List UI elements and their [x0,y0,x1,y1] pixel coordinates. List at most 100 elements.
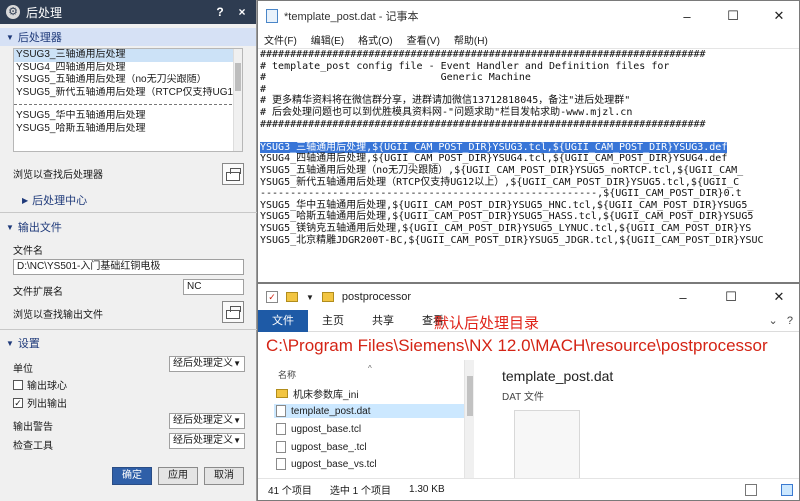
sort-asc-icon: ^ [368,364,372,373]
list-output-checkbox[interactable]: ✓ 列出输出 [13,395,67,410]
browse-post-button[interactable] [222,163,244,185]
section-divider [0,329,257,330]
list-scrollbar[interactable] [233,49,242,151]
dropdown-icon[interactable]: ▼ [306,293,314,302]
extension-field[interactable]: NC [183,279,244,295]
list-item[interactable]: YSUG3_三轴通用后处理 [14,49,242,62]
list-item[interactable]: template_post.dat [274,404,464,418]
unit-label: 单位 [13,364,33,375]
check-tool-dropdown[interactable]: 经后处理定义 ▼ [169,433,245,449]
tab-share[interactable]: 共享 [358,310,408,332]
text-line: YSUG5_新代五轴通用后处理（RTCP仅支持UG12以上）,${UGII_CA… [260,176,740,188]
tab-home[interactable]: 主页 [308,310,358,332]
tab-file[interactable]: 文件 [258,309,308,332]
collapse-triangle-icon: ▼ [6,32,14,42]
help-icon[interactable]: ? [212,5,228,19]
apply-button[interactable]: 应用 [158,467,198,485]
text-line: # Generic Machine [260,72,531,84]
status-size: 1.30 KB [409,484,445,495]
unit-dropdown[interactable]: 经后处理定义 ▼ [169,356,245,372]
postprocessor-list[interactable]: YSUG3_三轴通用后处理 YSUG4_四轴通用后处理 YSUG5_五轴通用后处… [13,48,243,152]
output-warning-label: 输出警告 [13,422,53,433]
close-icon[interactable]: ✕ [759,289,799,305]
list-item[interactable]: ugpost_base_.tcl [276,440,367,454]
column-header-name[interactable]: 名称 ^ [278,364,372,381]
list-item[interactable]: 机床参数库_ini [276,386,359,401]
selected-text: YSUG3_三轴通用后处理,${UGII_CAM_POST_DIR}YSUG3.… [260,141,728,153]
list-item[interactable]: YSUG5_哈斯五轴通用后处理 [14,123,242,136]
gear-icon: ⚙ [6,5,20,19]
explorer-title-bar[interactable]: ✓ ▼ postprocessor – ☐ ✕ [258,284,799,310]
menu-file[interactable]: 文件(F) [264,32,297,47]
expand-triangle-icon: ▶ [22,195,29,205]
file-list: 名称 ^ 机床参数库_ini template_post.dat ugpost_b… [258,360,478,478]
text-line: ########################################… [260,118,706,130]
chevron-down-icon: ▼ [233,359,241,368]
output-ball-center-checkbox[interactable]: 输出球心 [13,377,67,392]
dialog-title-bar[interactable]: ⚙ 后处理 ? × [0,0,256,24]
output-file-section-header[interactable]: ▼ 输出文件 [0,218,62,236]
section-divider [0,212,257,213]
maximize-icon[interactable]: ☐ [711,289,751,305]
ribbon-expand-icon[interactable]: ⌄ [768,315,777,327]
details-view-icon[interactable] [745,483,757,496]
checkbox-checked-icon[interactable]: ✓ [13,397,23,408]
help-icon[interactable]: ? [787,315,793,327]
file-list-scrollbar[interactable] [464,360,474,478]
close-icon[interactable]: × [234,5,250,19]
settings-section-header[interactable]: ▼ 设置 [0,334,40,352]
chevron-down-icon: ▼ [233,436,241,445]
notepad-window: *template_post.dat - 记事本 – ☐ ✕ 文件(F) 编辑(… [257,0,800,283]
explorer-ribbon: 文件 主页 共享 查看 默认后处理目录 ⌄ ? [258,309,799,332]
postprocessor-section-header[interactable]: ▼ 后处理器 [0,28,256,46]
folder-icon [321,292,334,302]
text-line: YSUG5_华中五轴通用后处理,${UGII_CAM_POST_DIR}YSUG… [260,199,754,211]
scroll-thumb[interactable] [235,63,241,91]
dialog-title: 后处理 [26,5,63,20]
annotation-default-post-dir: 默认后处理目录 [434,315,540,332]
list-item[interactable]: YSUG5_新代五轴通用后处理（RTCP仅支持UG12以上） [14,87,242,100]
folder-icon [276,388,288,398]
text-line: # 后会处理问题也可以到优胜模具资料网-"问题求助"栏目发帖求助-www.mjz… [260,106,633,118]
minimize-icon[interactable]: – [667,9,707,24]
list-item[interactable]: ugpost_base_vs.tcl [276,458,377,470]
cancel-button[interactable]: 取消 [204,467,244,485]
menu-view[interactable]: 查看(V) [407,32,440,47]
list-item[interactable]: YSUG4_四轴通用后处理 [14,62,242,75]
menu-format[interactable]: 格式(O) [358,32,392,47]
large-icons-view-icon[interactable] [781,483,793,496]
notepad-icon [266,9,278,23]
collapse-triangle-icon: ▼ [6,338,14,348]
checkbox-box[interactable] [13,379,23,390]
text-line: # template_post config file - Event Hand… [260,60,670,72]
preview-pane: template_post.dat DAT 文件 [502,368,613,490]
status-selected: 选中 1 个项目 [329,486,392,497]
text-line: YSUG4_四轴通用后处理,${UGII_CAM_POST_DIR}YSUG4.… [260,153,728,165]
status-bar: 41 个项目 选中 1 个项目 1.30 KB [258,478,799,500]
status-item-count: 41 个项目 [268,486,312,497]
extension-label: 文件扩展名 [13,287,63,298]
properties-icon[interactable]: ✓ [266,291,278,303]
list-item[interactable]: YSUG5_华中五轴通用后处理 [14,110,242,123]
close-icon[interactable]: ✕ [759,8,799,24]
list-item[interactable]: YSUG5_五轴通用后处理（no无刀尖跟随） [14,74,242,87]
list-item[interactable]: ugpost_base.tcl [276,422,361,436]
menu-help[interactable]: 帮助(H) [454,32,488,47]
notepad-text-area[interactable]: ########################################… [259,49,800,283]
post-center-header[interactable]: ▶ 后处理中心 [16,191,87,209]
text-line: YSUG5_哈斯五轴通用后处理,${UGII_CAM_POST_DIR}YSUG… [260,211,754,223]
scroll-thumb[interactable] [467,376,473,416]
maximize-icon[interactable]: ☐ [713,8,753,24]
menu-edit[interactable]: 编辑(E) [311,32,344,47]
output-warning-dropdown[interactable]: 经后处理定义 ▼ [169,413,245,429]
notepad-title-bar[interactable]: *template_post.dat - 记事本 – ☐ ✕ [258,1,799,31]
text-line [260,130,800,142]
minimize-icon[interactable]: – [663,290,703,305]
collapse-triangle-icon: ▼ [6,222,14,232]
explorer-title: postprocessor [341,291,412,303]
postprocess-dialog: ⚙ 后处理 ? × ▼ 后处理器 YSUG3_三轴通用后处理 YSUG4_四轴通… [0,0,257,501]
browse-output-button[interactable] [222,301,244,323]
ok-button[interactable]: 确定 [112,467,152,485]
text-line: ########################################… [260,49,706,60]
filename-field[interactable]: D:\NC\YS501-入门基础红铜电极 [13,259,244,275]
